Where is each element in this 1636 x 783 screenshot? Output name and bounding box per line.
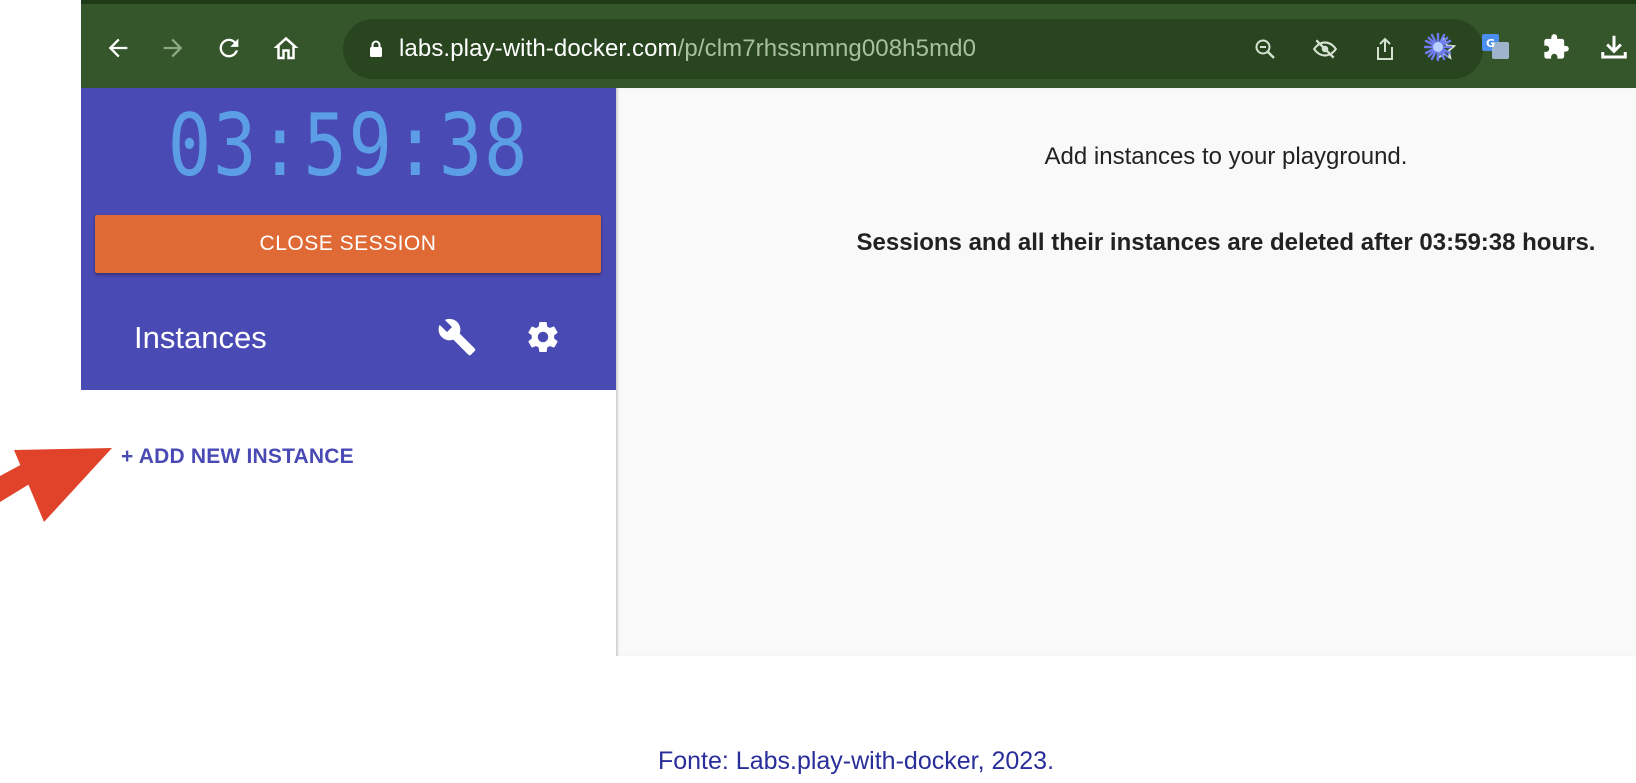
instances-title: Instances: [134, 320, 267, 355]
session-timer: 03:59:38: [167, 96, 530, 196]
download-icon[interactable]: [1599, 32, 1629, 62]
wrench-icon[interactable]: [436, 316, 478, 358]
extension-burst-icon[interactable]: [1423, 32, 1453, 62]
page: labs.play-with-docker.com/p/clm7rhssnmng…: [0, 0, 1636, 783]
sidebar-header: 03:59:38 CLOSE SESSION Instances: [81, 88, 616, 390]
main-panel: Add instances to your playground. Sessio…: [616, 88, 1636, 656]
annotation-arrow: [0, 448, 112, 522]
gear-icon[interactable]: [523, 317, 563, 357]
browser-toolbar: labs.play-with-docker.com/p/clm7rhssnmng…: [81, 0, 1636, 88]
share-icon[interactable]: [1371, 35, 1399, 63]
url-text[interactable]: labs.play-with-docker.com/p/clm7rhssnmng…: [399, 35, 976, 63]
svg-text:G: G: [1486, 37, 1495, 50]
instances-list: + ADD NEW INSTANCE: [81, 390, 616, 656]
zoom-out-icon[interactable]: [1251, 35, 1279, 63]
reload-icon[interactable]: [212, 31, 246, 65]
session-expiry-message: Sessions and all their instances are del…: [856, 229, 1596, 256]
lock-icon: [370, 40, 382, 57]
figure-caption: Fonte: Labs.play-with-docker, 2023.: [657, 747, 1055, 775]
translate-extension-icon[interactable]: G: [1481, 32, 1511, 62]
empty-state-message: Add instances to your playground.: [1044, 143, 1408, 170]
forward-icon[interactable]: [156, 31, 190, 65]
add-new-instance-button[interactable]: + ADD NEW INSTANCE: [121, 444, 354, 470]
url-path: /p/clm7rhssnmng008h5md0: [677, 35, 977, 62]
eye-slash-icon[interactable]: [1311, 35, 1339, 63]
back-icon[interactable]: [101, 31, 135, 65]
close-session-button[interactable]: CLOSE SESSION: [95, 215, 601, 273]
address-bar[interactable]: labs.play-with-docker.com/p/clm7rhssnmng…: [343, 19, 1483, 79]
url-host: labs.play-with-docker.com: [399, 35, 678, 62]
puzzle-extensions-icon[interactable]: [1541, 32, 1571, 62]
home-icon[interactable]: [269, 31, 303, 65]
